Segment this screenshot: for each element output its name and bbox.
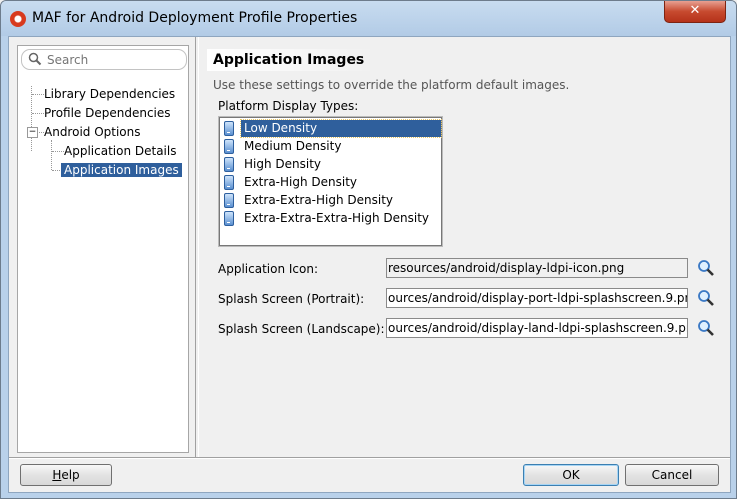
list-item-label: Extra-Extra-Extra-High Density xyxy=(244,211,430,225)
navigation-panel: − Library Dependencies Profile Dependenc… xyxy=(17,45,189,453)
display-types-label: Platform Display Types: xyxy=(218,99,359,113)
list-item-extra-extra-extra-high-density[interactable]: Extra-Extra-Extra-High Density xyxy=(222,210,439,227)
nav-item-label: Library Dependencies xyxy=(44,87,176,101)
search-icon[interactable] xyxy=(697,289,715,307)
list-item-label: Extra-Extra-High Density xyxy=(244,193,394,207)
title-bar[interactable]: MAF for Android Deployment Profile Prope… xyxy=(1,1,736,36)
tree-connector xyxy=(52,151,64,152)
nav-item-label: Android Options xyxy=(44,125,141,139)
phone-icon xyxy=(224,121,234,136)
list-item-low-density[interactable]: Low Density xyxy=(222,119,442,138)
search-box[interactable] xyxy=(21,49,187,70)
collapse-icon[interactable]: − xyxy=(27,127,38,138)
phone-icon xyxy=(224,211,234,226)
splash-portrait-field[interactable]: ources/android/display-port-ldpi-splashs… xyxy=(386,288,688,308)
help-mnemonic: H xyxy=(52,468,62,482)
list-item-label: High Density xyxy=(244,157,322,171)
dialog-body: − Library Dependencies Profile Dependenc… xyxy=(8,36,731,493)
close-icon: ✕ xyxy=(689,3,701,18)
panel-splitter[interactable] xyxy=(195,37,199,457)
list-item-label: Medium Density xyxy=(244,139,342,153)
page-description: Use these settings to override the platf… xyxy=(213,78,570,92)
oracle-app-icon xyxy=(10,11,26,27)
tree-connector xyxy=(32,113,44,114)
nav-item-label: Profile Dependencies xyxy=(44,106,171,120)
footer-separator xyxy=(9,457,730,459)
nav-item-application-details[interactable]: Application Details xyxy=(64,142,176,160)
help-label: elp xyxy=(61,468,80,482)
nav-item-label: Application Images xyxy=(61,163,182,177)
search-input[interactable] xyxy=(47,52,181,67)
phone-icon xyxy=(224,193,234,208)
close-button[interactable]: ✕ xyxy=(664,1,726,23)
list-item-medium-density[interactable]: Medium Density xyxy=(222,138,439,155)
tree-connector xyxy=(32,94,44,95)
dialog-window: MAF for Android Deployment Profile Prope… xyxy=(0,0,737,499)
tree-connector xyxy=(37,132,44,133)
list-item-extra-extra-high-density[interactable]: Extra-Extra-High Density xyxy=(222,192,439,209)
display-types-list[interactable]: Low Density Medium Density High Density … xyxy=(219,117,442,246)
nav-item-android-options[interactable]: Android Options xyxy=(44,123,141,141)
nav-item-library-dependencies[interactable]: Library Dependencies xyxy=(44,85,175,103)
search-icon[interactable] xyxy=(697,259,715,277)
search-icon xyxy=(28,52,42,66)
list-item-label: Low Density xyxy=(240,119,442,138)
phone-icon xyxy=(224,175,234,190)
tree-connector xyxy=(51,140,52,170)
splash-portrait-label: Splash Screen (Portrait): xyxy=(218,292,365,306)
window-title: MAF for Android Deployment Profile Prope… xyxy=(32,10,358,26)
page-title: Application Images xyxy=(207,49,377,71)
list-item-label: Extra-High Density xyxy=(244,175,358,189)
splash-landscape-field[interactable]: ources/android/display-land-ldpi-splashs… xyxy=(386,318,688,338)
list-item-high-density[interactable]: High Density xyxy=(222,156,439,173)
search-icon[interactable] xyxy=(697,319,715,337)
list-item-extra-high-density[interactable]: Extra-High Density xyxy=(222,174,439,191)
phone-icon xyxy=(224,157,234,172)
nav-item-label: Application Details xyxy=(64,144,177,158)
nav-item-application-images[interactable]: Application Images xyxy=(61,161,182,179)
nav-item-profile-dependencies[interactable]: Profile Dependencies xyxy=(44,104,171,122)
help-button[interactable]: Help xyxy=(20,464,112,486)
application-icon-label: Application Icon: xyxy=(218,262,318,276)
cancel-button[interactable]: Cancel xyxy=(625,464,719,486)
splash-landscape-label: Splash Screen (Landscape): xyxy=(218,322,385,336)
phone-icon xyxy=(224,139,234,154)
tree-connector xyxy=(31,86,32,151)
application-icon-field[interactable]: resources/android/display-ldpi-icon.png xyxy=(386,258,688,278)
ok-button[interactable]: OK xyxy=(523,464,619,486)
